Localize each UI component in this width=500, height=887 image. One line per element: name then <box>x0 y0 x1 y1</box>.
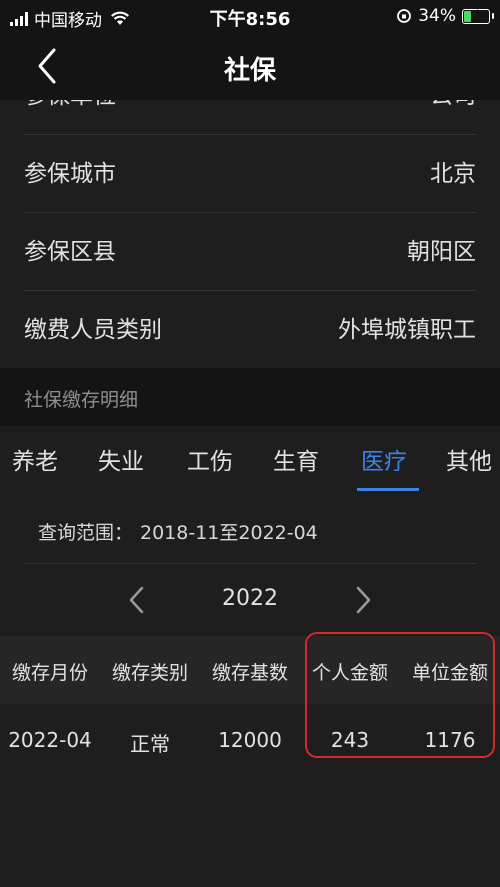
section-title: 社保缴存明细 <box>24 389 139 411</box>
info-row-city: 参保城市 北京 <box>24 134 476 213</box>
info-label: 缴费人员类别 <box>24 317 162 343</box>
charging-bolt-icon: ⚡ <box>470 6 480 23</box>
tab-maternity[interactable]: 生育 <box>261 442 331 476</box>
status-right: 34% ⚡ <box>396 6 494 26</box>
active-tab-indicator <box>357 488 419 491</box>
cell-base: 12000 <box>218 728 282 752</box>
battery-percent: 34% <box>418 6 456 26</box>
current-year: 2022 <box>222 586 278 611</box>
tab-injury[interactable]: 工伤 <box>175 442 245 476</box>
info-value: 朝阳区 <box>407 239 476 265</box>
column-header-base: 缴存基数 <box>211 662 288 684</box>
page-title: 社保 <box>223 56 276 86</box>
column-header-month: 缴存月份 <box>11 662 88 684</box>
info-row-unit: 参保单位 公司 <box>24 100 476 135</box>
orientation-lock-icon <box>397 9 412 23</box>
info-row-district: 参保区县 朝阳区 <box>24 212 476 291</box>
section-header: 社保缴存明细 <box>0 368 500 426</box>
year-selector: 2022 <box>0 564 500 636</box>
column-header-type: 缴存类别 <box>111 662 188 684</box>
insurance-info-list: 参保单位 公司 参保城市 北京 参保区县 朝阳区 缴费人员类别 外埠城镇职工 <box>0 100 500 368</box>
status-bar: 中国移动 下午8:56 34% ⚡ <box>0 0 500 32</box>
nav-bar: 社保 <box>0 32 500 100</box>
query-range-row: 查询范围： 2018-11至2022-04 <box>0 494 500 564</box>
empty-area <box>0 776 500 887</box>
info-value: 公司 <box>430 100 476 110</box>
info-value: 外埠城镇职工 <box>338 317 476 343</box>
cell-type: 正常 <box>130 732 170 756</box>
insurance-type-tabs: 养老 失业 工伤 生育 医疗 其他 <box>0 426 500 495</box>
tab-medical[interactable]: 医疗 <box>349 442 419 476</box>
cell-month: 2022-04 <box>8 728 92 752</box>
info-row-category: 缴费人员类别 外埠城镇职工 <box>24 290 476 368</box>
next-year-button[interactable] <box>350 584 376 616</box>
info-label: 参保城市 <box>24 161 116 187</box>
tab-other[interactable]: 其他 <box>434 442 500 476</box>
info-label: 参保区县 <box>24 239 116 265</box>
query-range-label: 查询范围： <box>38 522 134 544</box>
battery-icon: ⚡ <box>462 6 494 24</box>
info-label: 参保单位 <box>24 100 116 110</box>
info-value: 北京 <box>430 161 476 187</box>
highlight-annotation <box>305 632 495 758</box>
query-range-value: 2018-11至2022-04 <box>140 522 318 544</box>
tab-unemployment[interactable]: 失业 <box>86 442 156 476</box>
tab-pension[interactable]: 养老 <box>0 442 70 476</box>
